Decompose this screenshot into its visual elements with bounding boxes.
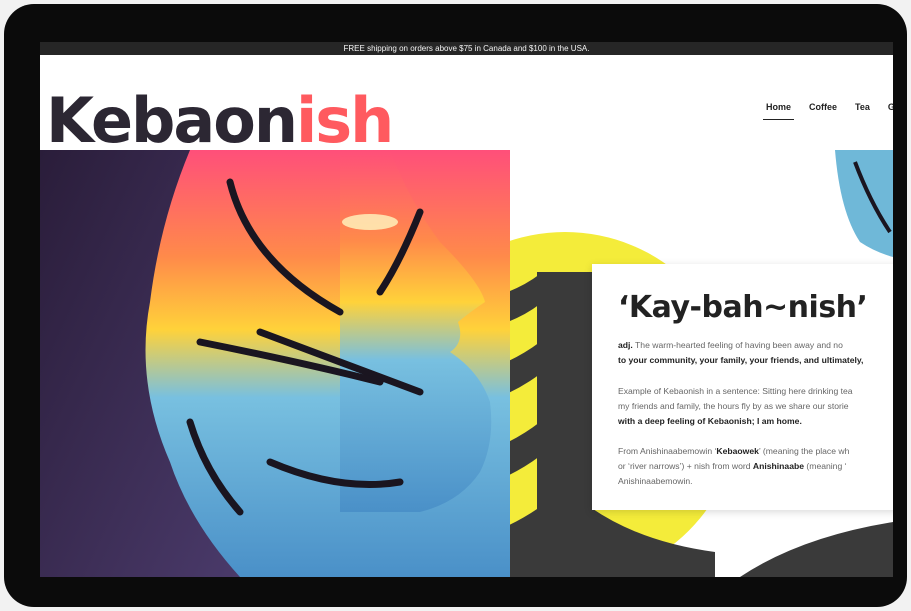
definition-paragraph: adj. The warm-hearted feeling of having … [618,340,864,365]
brand-logo-part1: Kebaon [46,84,298,157]
part-of-speech: adj. [618,340,633,350]
definition-card: ‘Kay-bah~nish’ adj. The warm-hearted fee… [592,264,893,510]
painted-face-photo [40,150,510,577]
brand-logo-part2: ish [295,84,394,157]
brand-logo[interactable]: Kebaonish [46,90,394,152]
example-paragraph: Example of Kebaonish in a sentence: Sitt… [618,386,853,426]
definition-title: ‘Kay-bah~nish’ [618,290,868,325]
etymology-paragraph: From Anishinaabemowin ‘Kebaowek’ (meanin… [618,446,850,486]
browser-viewport: FREE shipping on orders above $75 in Can… [40,42,893,577]
painted-arm-photo [835,150,893,257]
tree-shape-right [740,522,893,577]
device-frame: FREE shipping on orders above $75 in Can… [4,4,907,607]
